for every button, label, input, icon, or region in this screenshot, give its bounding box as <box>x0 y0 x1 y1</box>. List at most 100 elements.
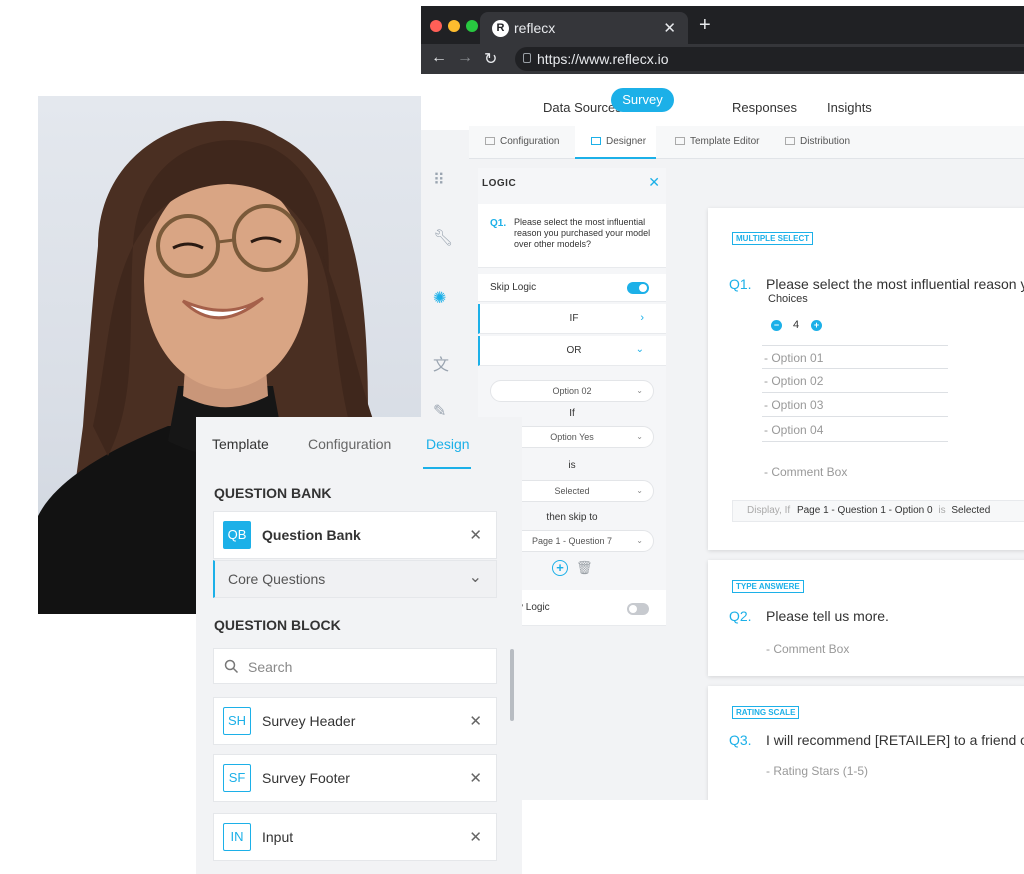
choice-option[interactable]: - Option 01 <box>762 345 948 369</box>
tab-template[interactable]: Template <box>212 436 269 452</box>
nav-data-sources[interactable]: Data Sources <box>543 100 622 115</box>
display-state: Selected <box>951 505 991 516</box>
in-badge-icon: IN <box>223 823 251 851</box>
tab-distribution[interactable]: Distribution <box>785 136 850 147</box>
url-text: https://www.reflecx.io <box>537 51 669 67</box>
question-block-heading: QUESTION BLOCK <box>214 617 341 633</box>
question-bank-label: Question Bank <box>262 527 361 543</box>
display-prefix: Display, If <box>747 505 791 516</box>
comment-box-label: - Comment Box <box>766 642 850 656</box>
search-input[interactable]: Search <box>213 648 497 684</box>
logic-question-card: Q1. Please select the most influential r… <box>478 204 666 268</box>
search-placeholder: Search <box>248 659 293 675</box>
scrollbar-thumb[interactable] <box>510 649 514 721</box>
tab-distribution-label: Distribution <box>800 136 851 147</box>
block-item-survey-header[interactable]: SH Survey Header ✕ <box>213 697 497 745</box>
designer-subtabs: Configuration Designer Template Editor D… <box>469 126 1024 159</box>
question-card-q1[interactable]: MULTIPLE SELECT Q1. Please select the mo… <box>708 208 1024 550</box>
block-label: Input <box>262 829 294 845</box>
logic-bulb-icon[interactable]: ✺ <box>433 288 446 308</box>
chevron-down-icon: ⌄ <box>636 486 643 495</box>
qb-badge-icon: QB <box>223 521 251 549</box>
wrench-icon[interactable]: 🔧︎ <box>433 228 453 248</box>
option-select[interactable]: Option 02 ⌄ <box>490 380 654 402</box>
if-row[interactable]: IF › <box>478 304 666 334</box>
display-logic-label: y Logic <box>518 602 550 613</box>
block-item-survey-footer[interactable]: SF Survey Footer ✕ <box>213 754 497 802</box>
skip-logic-label: Skip Logic <box>490 282 537 293</box>
reload-icon[interactable]: ↻ <box>484 49 497 69</box>
nav-responses[interactable]: Responses <box>732 100 797 115</box>
or-row[interactable]: OR ⌄ <box>478 336 666 366</box>
back-arrow-icon[interactable]: ← <box>431 49 447 67</box>
designer-icon <box>591 137 601 145</box>
tab-configuration[interactable]: Configuration <box>485 136 559 147</box>
translate-icon[interactable]: 文 <box>433 351 449 375</box>
question-number: Q2. <box>729 608 752 624</box>
question-number: Q3. <box>729 732 752 748</box>
minimize-window-dot[interactable] <box>448 20 460 32</box>
tab-template-editor-label: Template Editor <box>690 136 760 147</box>
question-bank-item[interactable]: QB Question Bank ✕ <box>213 511 497 559</box>
new-tab-icon[interactable]: + <box>699 15 711 35</box>
forward-arrow-icon[interactable]: → <box>457 49 473 67</box>
tab-configuration-design[interactable]: Configuration <box>308 436 391 452</box>
block-item-input[interactable]: IN Input ✕ <box>213 813 497 861</box>
block-label: Survey Footer <box>262 770 350 786</box>
decrease-choices-icon[interactable]: − <box>771 320 782 331</box>
tab-design[interactable]: Design <box>426 436 470 452</box>
lock-icon <box>523 53 531 63</box>
close-icon[interactable]: ✕ <box>469 526 482 544</box>
close-icon[interactable]: ✕ <box>469 712 482 730</box>
close-icon[interactable]: ✕ <box>469 828 482 846</box>
logic-title: LOGIC <box>482 178 517 189</box>
question-bank-heading: QUESTION BANK <box>214 485 332 501</box>
search-icon <box>224 659 239 674</box>
add-rule-icon[interactable]: + <box>552 560 568 576</box>
close-icon[interactable]: ✕ <box>469 769 482 787</box>
question-text: I will recommend [RETAILER] to a friend … <box>766 732 1024 748</box>
question-card-q3[interactable]: RATING SCALE Q3. I will recommend [RETAI… <box>708 686 1024 800</box>
active-tab-underline <box>423 467 471 469</box>
question-type-badge: TYPE ANSWERE <box>732 580 804 593</box>
skip-logic-row: Skip Logic <box>478 274 666 302</box>
question-card-q2[interactable]: TYPE ANSWERE Q2. Please tell us more. - … <box>708 560 1024 676</box>
url-field[interactable]: https://www.reflecx.io <box>515 47 1024 71</box>
tab-designer[interactable]: Designer <box>591 136 646 147</box>
nav-survey[interactable]: Survey <box>611 88 674 112</box>
tab-template-editor[interactable]: Template Editor <box>675 136 759 147</box>
increase-choices-icon[interactable]: + <box>811 320 822 331</box>
distribution-icon <box>785 137 795 145</box>
core-questions-label: Core Questions <box>228 571 326 587</box>
close-logic-icon[interactable]: ✕ <box>648 174 660 191</box>
sf-badge-icon: SF <box>223 764 251 792</box>
close-window-dot[interactable] <box>430 20 442 32</box>
trash-icon[interactable]: 🗑︎ <box>576 560 593 576</box>
choice-option[interactable]: - Option 02 <box>762 369 948 393</box>
skip-logic-toggle[interactable] <box>627 282 649 294</box>
rating-stars-label: - Rating Stars (1-5) <box>766 764 869 778</box>
display-condition-bar: Display, If Page 1 - Question 1 - Option… <box>732 500 1024 522</box>
block-label: Survey Header <box>262 713 356 729</box>
choice-option[interactable]: - Option 03 <box>762 393 948 417</box>
tab-configuration-label: Configuration <box>500 136 560 147</box>
display-logic-toggle[interactable] <box>627 603 649 615</box>
display-value: Page 1 - Question 1 - Option 0 <box>796 505 933 516</box>
question-text: Please tell us more. <box>766 608 889 624</box>
core-questions-dropdown[interactable]: Core Questions ⌄ <box>213 560 497 598</box>
template-icon <box>675 137 685 145</box>
yes-select-value: Option Yes <box>550 432 594 442</box>
close-tab-icon[interactable]: ✕ <box>663 19 676 37</box>
apps-grid-icon[interactable]: ⠿ <box>433 170 445 190</box>
toggle-knob <box>639 284 647 292</box>
nav-insights[interactable]: Insights <box>827 100 872 115</box>
option-select-value: Option 02 <box>552 386 592 396</box>
browser-tab[interactable]: R reflecx ✕ <box>480 12 688 44</box>
question-text: Please select the most influential reaso… <box>766 276 1024 292</box>
display-is: is <box>938 505 946 516</box>
choice-option[interactable]: - Option 04 <box>762 418 948 442</box>
address-bar: ← → ↻ https://www.reflecx.io <box>421 44 1024 74</box>
state-select-value: Selected <box>554 486 590 496</box>
maximize-window-dot[interactable] <box>466 20 478 32</box>
choices-label: Choices <box>768 293 808 305</box>
